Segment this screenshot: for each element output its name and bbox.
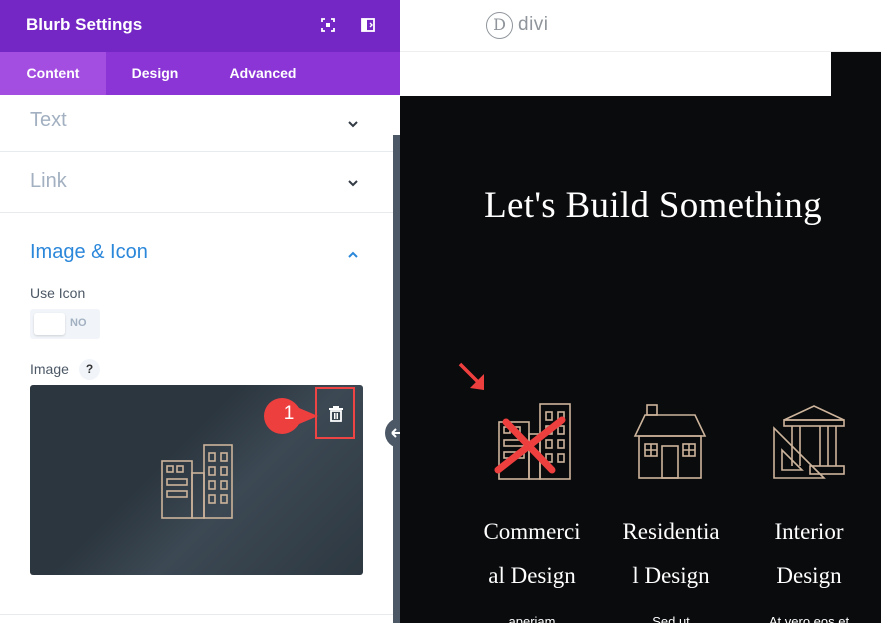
use-icon-label: Use Icon [30, 285, 86, 301]
preview-section: Let's Build Something Commerci al Design… [400, 96, 881, 623]
blurb-text: aperiam [508, 614, 556, 623]
dock-sidebar-icon[interactable] [361, 18, 375, 32]
link-section-label: Link [30, 170, 67, 192]
dark-edge [831, 52, 881, 96]
columns-ruler-icon [773, 405, 845, 479]
office-buildings-icon [161, 444, 233, 519]
image-field-label: Image [30, 361, 69, 377]
panel-scrollbar[interactable] [393, 135, 400, 623]
section-headline: Let's Build Something [484, 185, 822, 226]
blurb-title-line-1: Commerci [483, 519, 581, 544]
blurb-text: Sed ut [652, 614, 690, 623]
blurb-title-line-1: Interior [774, 519, 844, 544]
text-section[interactable]: Text [0, 95, 393, 152]
toggle-knob [34, 313, 65, 335]
blurb-title-line-2: Design [776, 563, 842, 588]
chevron-down-icon[interactable] [345, 175, 361, 191]
text-section-label: Text [30, 109, 67, 131]
chevron-down-icon[interactable] [345, 116, 361, 132]
tab-design[interactable]: Design [106, 52, 204, 95]
image-icon-section: Image & Icon Use Icon NO Image ? [0, 213, 393, 615]
site-header: D divi [400, 0, 881, 52]
red-arrow-icon [458, 362, 484, 390]
blurb-settings-panel: Blurb Settings Content Design Advanced T… [0, 0, 400, 623]
image-icon-section-label[interactable]: Image & Icon [30, 241, 148, 264]
trash-icon[interactable] [329, 406, 343, 422]
toggle-state-text: NO [70, 317, 87, 329]
divi-logo-text[interactable]: divi [518, 14, 549, 36]
panel-header: Blurb Settings [0, 0, 400, 52]
delete-highlight-box [315, 387, 355, 439]
expand-icon[interactable] [321, 18, 335, 32]
blurb-text: At vero eos et [768, 614, 850, 623]
blurb-title-line-1: Residentia [622, 519, 720, 544]
blurb-title-line-2: al Design [488, 563, 576, 588]
header-spacer [400, 52, 831, 96]
panel-title: Blurb Settings [26, 15, 143, 34]
blurb-title-line-2: l Design [632, 563, 710, 588]
chevron-up-icon[interactable] [345, 247, 361, 263]
tab-advanced[interactable]: Advanced [204, 52, 322, 95]
help-icon[interactable]: ? [79, 359, 100, 380]
tab-content[interactable]: Content [0, 52, 106, 95]
link-section[interactable]: Link [0, 152, 393, 213]
use-icon-toggle[interactable]: NO [30, 309, 100, 339]
remove-x-icon [494, 416, 566, 474]
settings-tabs: Content Design Advanced [0, 52, 400, 95]
step-number: 1 [283, 403, 295, 424]
divi-logo-mark[interactable]: D [486, 12, 513, 39]
house-icon [633, 404, 707, 479]
